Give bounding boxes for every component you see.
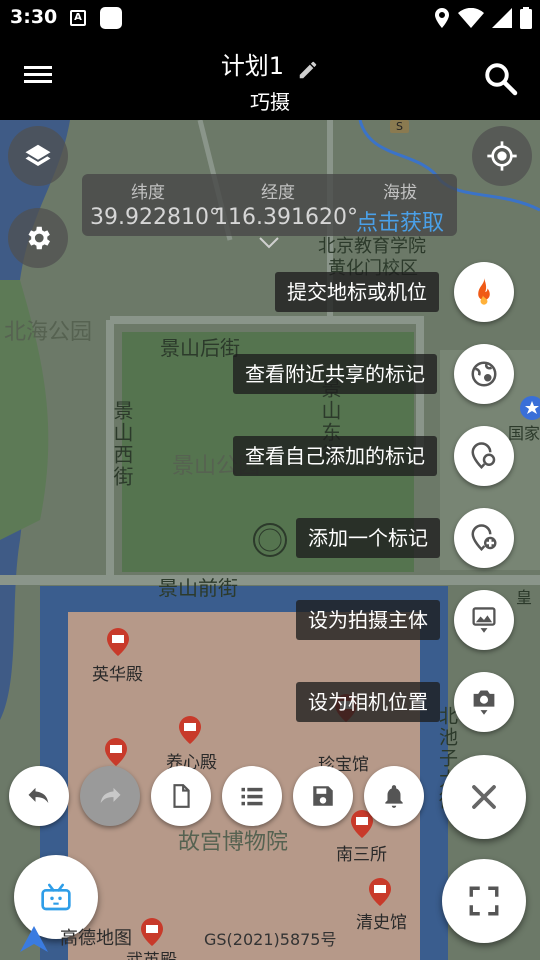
crosshair-icon <box>487 141 517 171</box>
map-label-jingshan-front-st: 景山前街 <box>158 576 238 600</box>
my-location-button[interactable] <box>472 126 532 186</box>
longitude-label: 经度 <box>261 183 295 203</box>
status-time: 3:30 <box>10 6 58 28</box>
reminder-button[interactable] <box>364 766 424 826</box>
layers-icon <box>25 144 51 166</box>
amap-logo-icon <box>20 926 48 952</box>
signal-icon <box>492 8 512 28</box>
search-icon[interactable] <box>482 60 518 96</box>
camera-position-icon <box>473 690 495 715</box>
edit-pencil-icon[interactable] <box>297 59 319 81</box>
status-icons <box>434 6 532 30</box>
get-altitude-link[interactable]: 点击获取 <box>350 205 450 237</box>
map-label-wuying-hall: 英华殿 <box>92 665 143 685</box>
gear-icon <box>28 226 51 250</box>
subject-icon <box>472 607 496 633</box>
altitude-block[interactable]: 海拔 点击获取 <box>350 178 450 237</box>
set-camera-label[interactable]: 设为相机位置 <box>296 682 440 722</box>
latitude-block: 纬度 39.922810° <box>90 178 220 230</box>
my-markers-label[interactable]: 查看自己添加的标记 <box>233 436 437 476</box>
map-provider: 高德地图 <box>60 928 132 949</box>
new-plan-button[interactable] <box>151 766 211 826</box>
map-layers-button[interactable] <box>8 126 68 186</box>
map-label-huang-partial: 皇 <box>516 588 533 607</box>
fullscreen-icon <box>469 886 499 916</box>
set-subject-button[interactable] <box>454 590 514 650</box>
status-bar: 3:30 A <box>0 0 540 36</box>
undo-icon <box>28 787 49 803</box>
set-camera-button[interactable] <box>454 672 514 732</box>
document-icon <box>173 784 190 808</box>
save-icon <box>313 786 333 806</box>
redo-button[interactable] <box>80 766 140 826</box>
wifi-icon <box>458 8 484 28</box>
longitude-value: 116.391620° <box>214 205 358 230</box>
bell-icon <box>385 785 403 808</box>
app-subtitle: 巧摄 <box>250 90 290 114</box>
plan-list-button[interactable] <box>222 766 282 826</box>
altitude-label: 海拔 <box>383 183 417 203</box>
notification-square-icon <box>100 7 122 29</box>
map-footer: 高德地图 GS(2021)5875号 <box>0 920 540 960</box>
my-markers-icon <box>471 442 496 470</box>
undo-button[interactable] <box>9 766 69 826</box>
set-subject-label[interactable]: 设为拍摄主体 <box>296 600 440 640</box>
nearby-shared-label[interactable]: 查看附近共享的标记 <box>233 354 437 394</box>
title-row[interactable]: 计划1 <box>0 46 540 81</box>
add-marker-button[interactable] <box>454 508 514 568</box>
close-icon <box>472 785 496 809</box>
latitude-label: 纬度 <box>131 183 165 203</box>
map-label-national-partial: 国家文 <box>508 424 540 443</box>
location-icon <box>435 8 449 28</box>
close-menu-button[interactable] <box>442 755 526 839</box>
plan-title[interactable]: 计划1 <box>221 46 284 81</box>
battery-icon <box>520 7 532 29</box>
chevron-down-icon[interactable] <box>258 236 280 250</box>
nearby-shared-button[interactable] <box>454 344 514 404</box>
fire-icon <box>478 278 490 305</box>
nearby-markers-icon <box>471 361 497 387</box>
submit-landmark-button[interactable] <box>454 262 514 322</box>
poi-marker-icon <box>369 878 391 906</box>
longitude-block: 经度 116.391620° <box>214 178 358 230</box>
poi-marker-icon <box>107 628 129 656</box>
submit-landmark-label[interactable]: 提交地标或机位 <box>275 272 439 312</box>
road-badge: S <box>390 120 409 133</box>
map-label-palace-museum: 故宫博物院 <box>178 830 289 855</box>
map-license: GS(2021)5875号 <box>204 930 337 949</box>
map-label-jingshan-back-st: 景山后街 <box>160 336 240 360</box>
poi-star-icon <box>520 396 540 420</box>
my-markers-button[interactable] <box>454 426 514 486</box>
latitude-value: 39.922810° <box>90 205 220 230</box>
app-bar: 计划1 巧摄 <box>0 36 540 120</box>
list-icon <box>241 787 263 806</box>
redo-icon <box>100 787 121 803</box>
poi-marker-icon <box>179 716 201 744</box>
tv-icon <box>41 883 71 911</box>
map-label-south-three: 南三所 <box>336 845 387 865</box>
notification-app-icon: A <box>70 10 86 26</box>
add-marker-label[interactable]: 添加一个标记 <box>296 518 440 558</box>
add-marker-icon <box>471 524 497 552</box>
map-label-jingshan-west-st: 景山西街 <box>110 400 134 488</box>
save-button[interactable] <box>293 766 353 826</box>
coordinate-panel[interactable]: 纬度 39.922810° 经度 116.391620° 海拔 点击获取 <box>82 174 457 236</box>
map-label-north-sea-park: 北海公园 <box>4 320 93 345</box>
poi-marker-icon <box>105 738 127 766</box>
settings-button[interactable] <box>8 208 68 268</box>
